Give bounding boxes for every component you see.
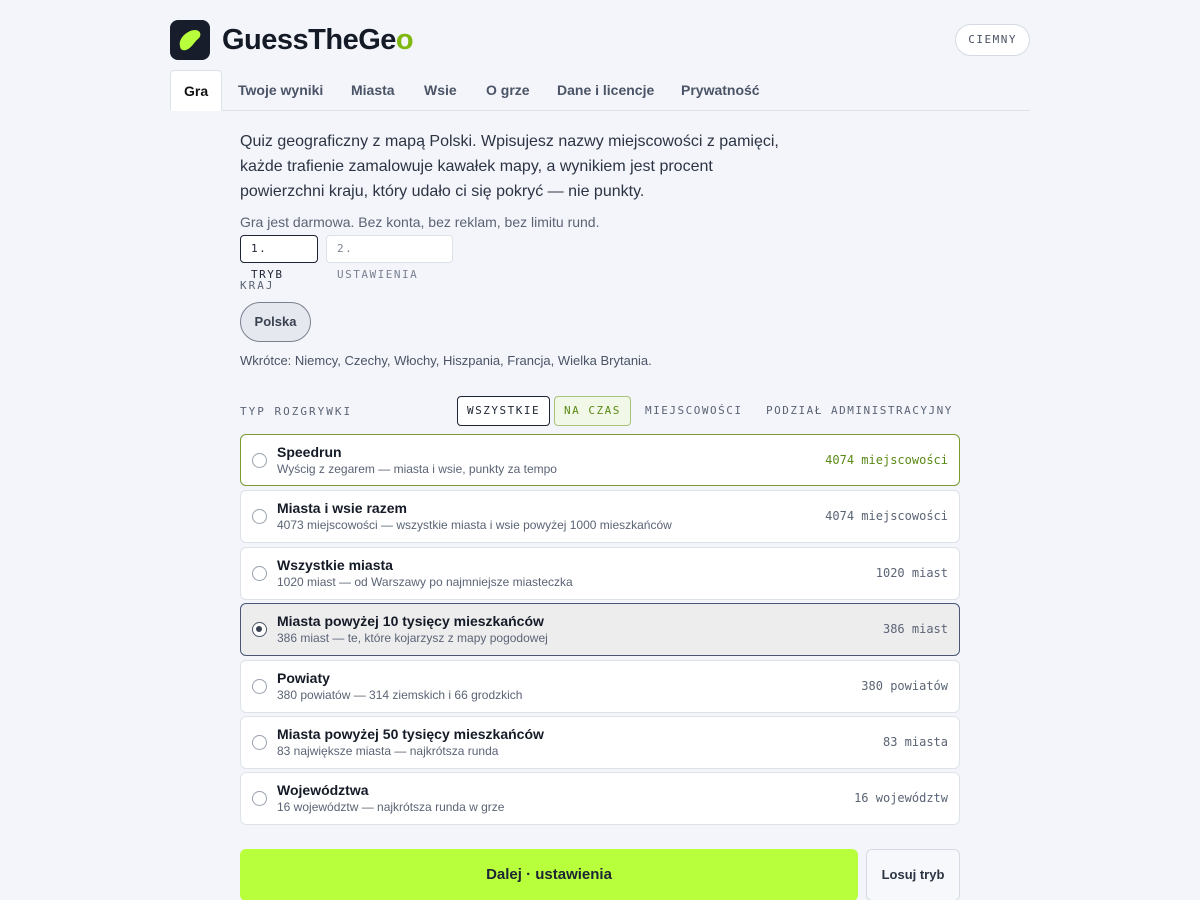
option-subtitle: 1020 miast — od Warszawy po najmniejsze … [277, 575, 573, 589]
option-title: Speedrun [277, 444, 342, 460]
option-count: 386 miast [882, 622, 948, 636]
radio-button-selected[interactable] [252, 622, 267, 637]
country-pill-polska[interactable]: Polska [240, 302, 311, 342]
option-subtitle: 380 powiatów — 314 ziemskich i 66 grodzk… [277, 688, 523, 702]
tab-dane-i-licencje[interactable]: Dane i licencje [557, 70, 654, 111]
option-subtitle: 83 największe miasta — najkrótsza runda [277, 744, 499, 758]
mode-option-cities-and-villages[interactable]: Miasta i wsie razem 4073 miejscowości — … [240, 490, 960, 543]
option-title: Wszystkie miasta [277, 557, 393, 573]
coming-soon-note: Wkrótce: Niemcy, Czechy, Włochy, Hiszpan… [240, 353, 652, 368]
mode-option-powiaty[interactable]: Powiaty 380 powiatów — 314 ziemskich i 6… [240, 660, 960, 713]
radio-button[interactable] [252, 791, 267, 806]
radio-button[interactable] [252, 679, 267, 694]
option-title: Miasta powyżej 50 tysięcy mieszkańców [277, 726, 544, 742]
main-tabs: Gra Twoje wyniki Miasta Wsie O grze Dane… [170, 70, 1030, 111]
option-subtitle: Wyścig z zegarem — miasta i wsie, punkty… [277, 462, 557, 476]
option-subtitle: 4073 miejscowości — wszystkie miasta i w… [277, 518, 672, 532]
mode-option-speedrun[interactable]: Speedrun Wyścig z zegarem — miasta i wsi… [240, 434, 960, 486]
tab-prywatnosc[interactable]: Prywatność [681, 70, 760, 111]
random-mode-button[interactable]: Losuj tryb [866, 849, 960, 900]
option-title: Miasta i wsie razem [277, 500, 407, 516]
option-subtitle: 16 województw — najkrótsza runda w grze [277, 800, 505, 814]
mode-option-cities-10k[interactable]: Miasta powyżej 10 tysięcy mieszkańców 38… [240, 603, 960, 656]
step-1-mode[interactable]: 1. TRYB [240, 235, 318, 281]
tab-wsie[interactable]: Wsie [424, 70, 457, 111]
option-title: Miasta powyżej 10 tysięcy mieszkańców [277, 613, 544, 629]
option-title: Powiaty [277, 670, 330, 686]
mode-option-wojewodztwa[interactable]: Województwa 16 województw — najkrótsza r… [240, 772, 960, 825]
option-count: 380 powiatów [861, 679, 948, 693]
tab-miasta[interactable]: Miasta [351, 70, 395, 111]
filter-timed[interactable]: NA CZAS [554, 396, 631, 426]
option-count: 16 województw [854, 791, 948, 805]
mode-option-cities-50k[interactable]: Miasta powyżej 50 tysięcy mieszkańców 83… [240, 716, 960, 769]
theme-toggle-button[interactable]: CIEMNY [955, 24, 1030, 56]
filter-all[interactable]: WSZYSTKIE [457, 396, 551, 426]
intro-text: Quiz geograficzny z mapą Polski. Wpisuje… [240, 133, 779, 200]
radio-button[interactable] [252, 735, 267, 750]
next-settings-button[interactable]: Dalej · ustawienia [240, 849, 858, 900]
brand-name[interactable]: GuessTheGeo [222, 22, 414, 58]
tab-twoje-wyniki[interactable]: Twoje wyniki [238, 70, 323, 111]
option-count: 4074 miejscowości [825, 453, 948, 467]
tab-gra[interactable]: Gra [170, 70, 223, 111]
step-2-settings[interactable]: 2. USTAWIENIA [326, 235, 453, 281]
free-note: Gra jest darmowa. Bez konta, bez reklam,… [240, 214, 600, 230]
radio-button[interactable] [252, 453, 267, 468]
filter-administrative[interactable]: PODZIAŁ ADMINISTRACYJNY [756, 396, 963, 426]
radio-button[interactable] [252, 566, 267, 581]
option-count: 83 miasta [882, 735, 948, 749]
game-type-label: TYP ROZGRYWKI [240, 405, 353, 418]
option-count: 4074 miejscowości [825, 509, 948, 523]
header: GuessTheGeo CIEMNY [170, 20, 1030, 60]
option-subtitle: 386 miast — te, które kojarzysz z mapy p… [277, 631, 548, 645]
mode-option-all-cities[interactable]: Wszystkie miasta 1020 miast — od Warszaw… [240, 547, 960, 600]
filter-places[interactable]: MIEJSCOWOŚCI [635, 396, 752, 426]
tab-o-grze[interactable]: O grze [486, 70, 530, 111]
option-title: Województwa [277, 782, 369, 798]
country-label: KRAJ [240, 279, 275, 292]
option-count: 1020 miast [875, 566, 948, 580]
radio-button[interactable] [252, 509, 267, 524]
logo-icon[interactable] [170, 20, 210, 60]
